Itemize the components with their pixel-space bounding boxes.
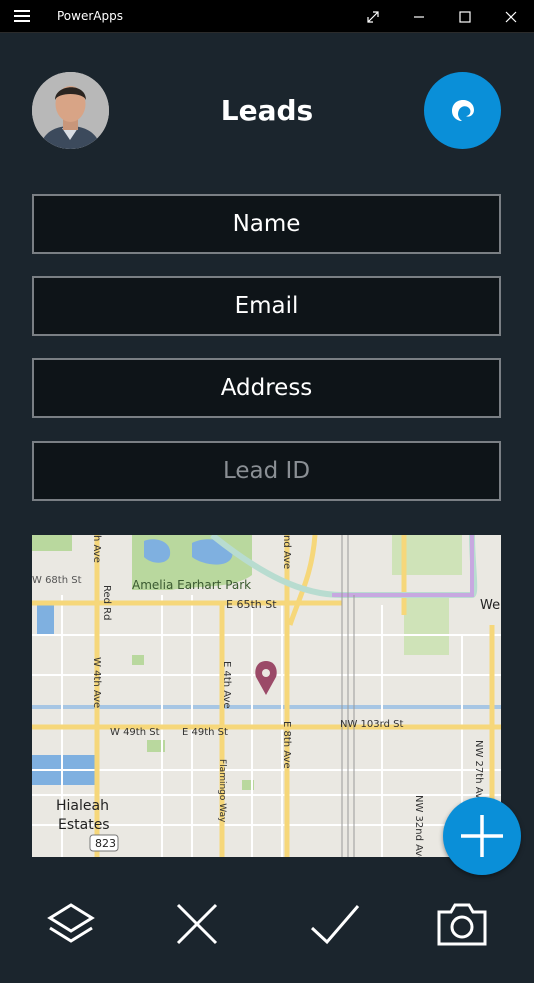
map-label-e49th: E 49th St <box>182 727 228 738</box>
window-title: PowerApps <box>57 9 123 23</box>
map-label-flamingo: Flamingo Way <box>217 759 227 823</box>
user-avatar[interactable] <box>32 72 109 149</box>
map-label-w4th: W 4th Ave <box>91 657 102 708</box>
map-label-e8th: E 8th Ave <box>281 721 292 769</box>
address-field-label: Address <box>220 375 313 401</box>
email-field[interactable]: Email <box>32 276 501 336</box>
map-label-e65th: E 65th St <box>226 598 277 611</box>
cancel-button[interactable] <box>169 898 225 950</box>
map-label-hialeah: Hialeah <box>56 798 109 814</box>
lead-id-placeholder: Lead ID <box>222 458 311 484</box>
camera-icon <box>437 903 487 946</box>
lead-id-field[interactable]: Lead ID <box>32 441 501 501</box>
camera-button[interactable] <box>434 898 490 950</box>
close-icon <box>176 903 218 945</box>
map-label-nw32nd: NW 32nd Ave <box>413 795 424 857</box>
submit-button[interactable] <box>307 898 363 950</box>
map-label-w68th: W 68th St <box>32 575 82 586</box>
email-field-label: Email <box>234 293 299 319</box>
map-label-nw103rd: NW 103rd St <box>340 719 403 730</box>
map-label-route: 823 <box>95 837 116 850</box>
plus-icon <box>461 815 503 857</box>
window-close-icon[interactable] <box>488 0 534 33</box>
checkmark-icon <box>310 905 360 945</box>
map-label-we: We <box>480 598 500 613</box>
fullscreen-icon[interactable] <box>350 0 396 33</box>
maximize-icon[interactable] <box>442 0 488 33</box>
avatar-photo <box>32 72 109 149</box>
map-label-park: Amelia Earhart Park <box>132 578 251 592</box>
window-titlebar: PowerApps <box>0 0 534 33</box>
sync-button[interactable] <box>424 72 501 149</box>
layers-icon <box>47 903 95 943</box>
map-label-ave-top-left: h Ave <box>91 535 102 563</box>
sync-swirl-icon <box>451 99 474 121</box>
map-label-nd-ave: nd Ave <box>281 535 292 569</box>
add-button[interactable] <box>443 797 521 875</box>
hamburger-menu-icon[interactable] <box>14 10 30 22</box>
map-label-w49th: W 49th St <box>110 727 160 738</box>
layers-button[interactable] <box>43 898 99 950</box>
map-label-nw27th: NW 27th Ave <box>473 740 484 805</box>
page-title: Leads <box>220 94 314 127</box>
map-view[interactable]: W 68th St Amelia Earhart Park E 65th St … <box>32 535 501 857</box>
minimize-icon[interactable] <box>396 0 442 33</box>
name-field-label: Name <box>232 211 301 237</box>
address-field[interactable]: Address <box>32 358 501 418</box>
map-label-estates: Estates <box>58 817 110 833</box>
map-label-red-rd: Red Rd <box>101 585 112 620</box>
map-label-e4th: E 4th Ave <box>221 661 232 709</box>
name-field[interactable]: Name <box>32 194 501 254</box>
